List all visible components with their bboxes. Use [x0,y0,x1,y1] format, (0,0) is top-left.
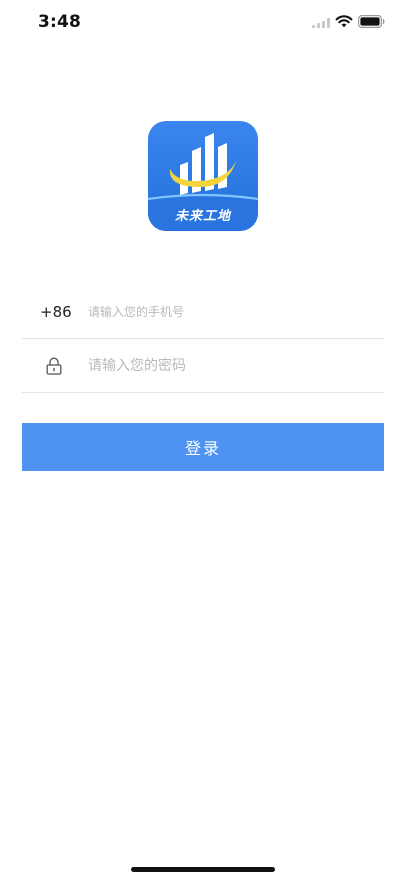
app-logo: 未来工地 [148,121,258,231]
phone-input[interactable] [88,302,368,322]
password-row [22,338,384,393]
country-code[interactable]: +86 [40,303,72,321]
password-input[interactable] [88,355,368,377]
home-indicator [131,867,275,872]
phone-row: +86 [22,284,384,339]
cellular-signal-icon [312,18,330,28]
wifi-icon [335,15,353,28]
lock-icon [46,357,62,375]
status-time: 3:48 [38,12,82,32]
battery-icon [358,15,385,28]
login-button[interactable]: 登录 [22,423,384,471]
status-bar: 3:48 [0,0,406,44]
logo-text: 未来工地 [174,209,231,224]
